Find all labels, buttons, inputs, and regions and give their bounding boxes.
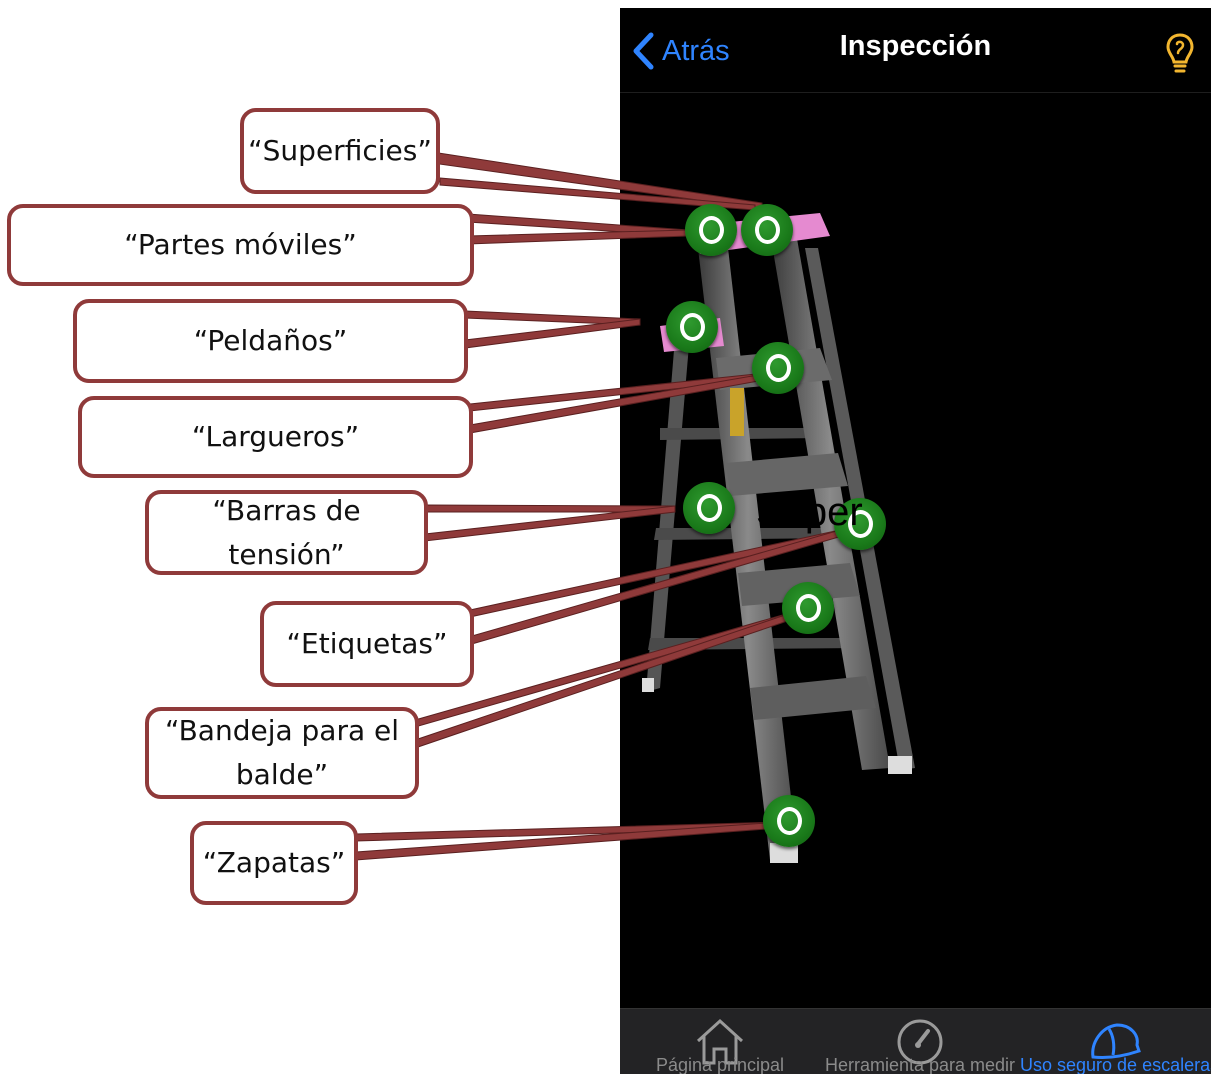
callout-bandeja: “Bandeja para el balde”: [145, 707, 419, 799]
hotspot-steps[interactable]: [666, 301, 718, 353]
hotspot-spreader-bars[interactable]: [683, 482, 735, 534]
hotspot-surfaces[interactable]: [741, 204, 793, 256]
callout-superficies: “Superficies”: [240, 108, 440, 194]
callout-partes-moviles: “Partes móviles”: [7, 204, 474, 286]
hotspot-bucket-tray[interactable]: [782, 582, 834, 634]
floating-text: Super: [756, 490, 863, 534]
callout-largueros: “Largueros”: [78, 396, 473, 478]
callout-peldanos: “Peldaños”: [73, 299, 468, 383]
hotspot-feet[interactable]: [763, 795, 815, 847]
callout-barras-de-tension: “Barras de tensión”: [145, 490, 428, 575]
hotspot-moving-parts[interactable]: [685, 204, 737, 256]
callout-zapatas: “Zapatas”: [190, 821, 358, 905]
callout-etiquetas: “Etiquetas”: [260, 601, 474, 687]
hotspot-rails[interactable]: [752, 342, 804, 394]
